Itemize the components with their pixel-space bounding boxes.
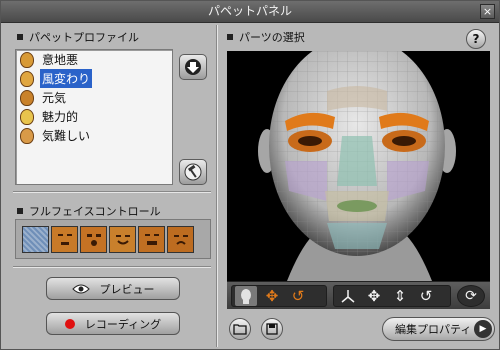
reset-group: ⟳ [457,285,485,307]
smile-face-icon[interactable] [109,225,136,253]
profile-item-selected[interactable]: 風変わり [16,69,172,88]
play-arrow-icon: ▶ [474,320,492,338]
load-profile-button[interactable] [179,54,207,80]
fullface-section-header: フルフェイスコントロール [17,203,161,219]
head-icon[interactable] [235,286,257,306]
profile-section-label: パペットプロファイル [29,31,139,44]
floppy-disk-icon [266,323,278,335]
frown-face-icon[interactable] [167,225,194,253]
folder-icon [233,324,247,335]
surprised-face-icon[interactable] [80,225,107,253]
axis-icon[interactable] [337,286,359,306]
download-icon [185,59,201,75]
puppet-face-icon [20,89,34,106]
profile-item[interactable]: 元気 [16,88,172,107]
move-icon[interactable]: ✥ [363,286,385,306]
fullface-control-strip [15,219,211,259]
section-divider [13,191,211,193]
parts-section-header: パーツの選択 [227,29,305,45]
fullface-section-label: フルフェイスコントロール [29,205,161,218]
profile-item[interactable]: 気難しい [16,126,172,145]
preview-button[interactable]: プレビュー [46,277,180,300]
column-divider [216,25,218,347]
close-button[interactable]: × [480,4,495,19]
transform-tools-group: ✥ ⇕ ↺ [333,285,451,307]
edit-properties-button[interactable]: 編集プロパティ ▶ [382,317,495,341]
reset-icon[interactable]: ⟳ [461,286,481,306]
section-bullet-icon [17,34,23,40]
profile-item[interactable]: 魅力的 [16,107,172,126]
undo-orange-icon[interactable]: ↺ [287,286,309,306]
profile-item[interactable]: 意地悪 [16,50,172,69]
record-dot-icon [64,318,75,329]
title-bar[interactable]: パペットパネル × [1,1,499,23]
profile-label: 元気 [42,91,67,105]
neutral-face-icon[interactable] [22,225,49,253]
rotate-3d-icon[interactable]: ✥ [261,286,283,306]
angry-face-icon[interactable] [51,225,78,253]
face-mesh-image [227,51,490,281]
select-tools-group: ✥ ↺ [231,285,327,307]
edit-properties-label: 編集プロパティ [395,323,472,336]
puppet-face-icon [20,127,34,144]
eye-icon [71,284,90,293]
save-button[interactable] [261,318,283,340]
profile-label: 風変わり [40,69,93,88]
puppet-face-icon [20,108,34,125]
profile-label: 意地悪 [42,53,79,67]
profile-section-header: パペットプロファイル [17,29,139,45]
tools-button[interactable] [179,159,207,185]
laugh-face-icon[interactable] [138,225,165,253]
viewport-toolbar: ✥ ↺ ✥ ⇕ ↺ ⟳ [227,281,490,309]
preview-button-label: プレビュー [99,282,155,296]
profile-label: 気難しい [42,129,91,143]
rotate-icon[interactable]: ↺ [415,286,437,306]
record-button-label: レコーディング [84,317,162,331]
section-bullet-icon [17,208,23,214]
vertical-move-icon[interactable]: ⇕ [389,286,411,306]
parts-section-label: パーツの選択 [239,31,305,44]
window-title: パペットパネル [207,4,292,18]
open-folder-button[interactable] [229,318,251,340]
help-button[interactable]: ? [466,29,486,49]
section-bullet-icon [227,34,233,40]
face-3d-viewport[interactable] [227,51,490,281]
puppet-face-icon [20,51,34,68]
puppet-panel-window: パペットパネル × パペットプロファイル 意地悪 風変わり 元気 魅力的 気難し… [0,0,500,350]
hammer-icon [184,163,202,181]
record-button[interactable]: レコーディング [46,312,180,335]
section-divider [13,266,211,268]
puppet-face-icon [20,70,34,87]
profile-label: 魅力的 [42,110,79,124]
profile-list: 意地悪 風変わり 元気 魅力的 気難しい [15,49,173,185]
